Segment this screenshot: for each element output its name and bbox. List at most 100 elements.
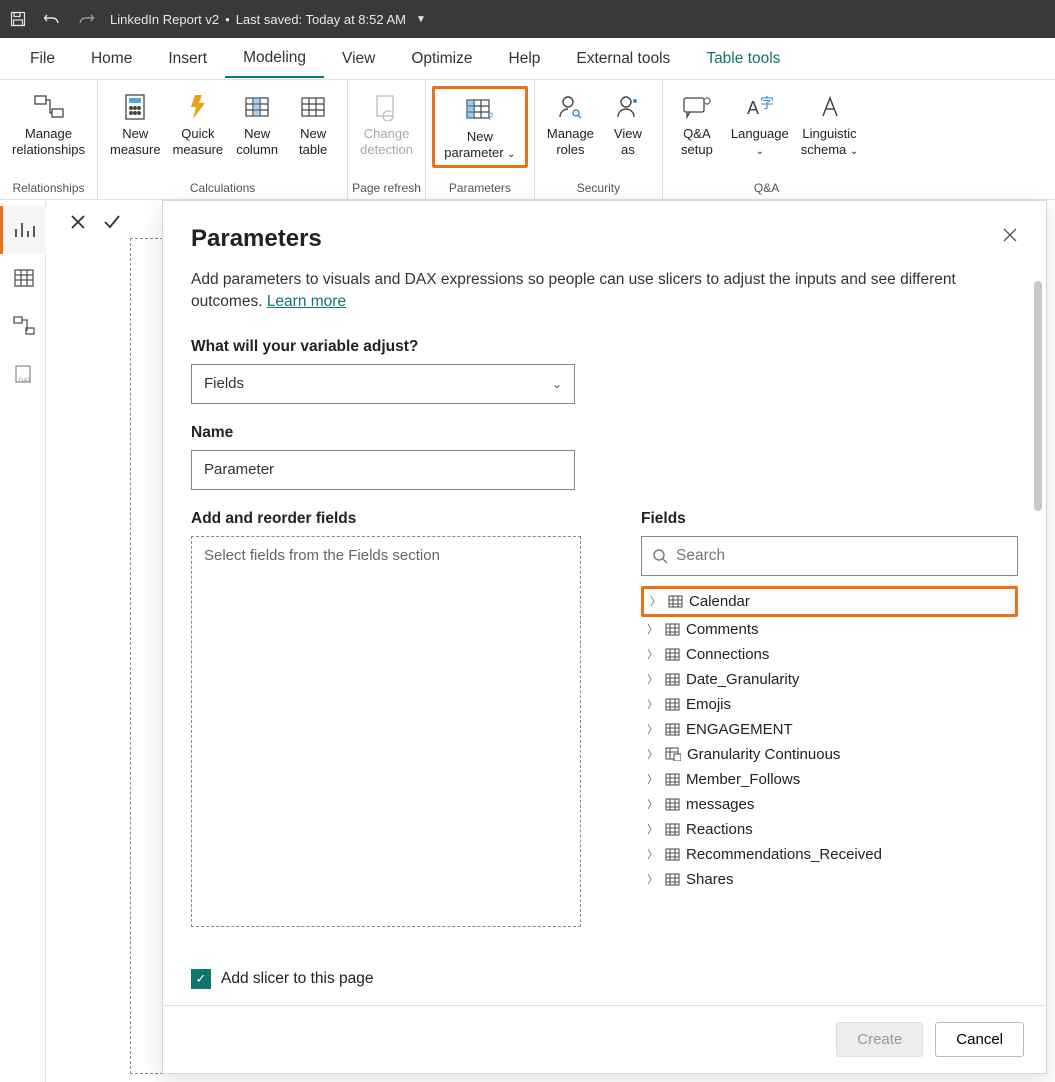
linguistic-schema-button[interactable]: Linguistic schema ⌄ xyxy=(795,86,865,162)
chevron-right-icon: 〉 xyxy=(647,746,659,762)
chevron-right-icon: 〉 xyxy=(647,846,659,862)
cancel-button[interactable]: Cancel xyxy=(935,1022,1024,1057)
undo-icon[interactable] xyxy=(42,9,62,29)
tab-insert[interactable]: Insert xyxy=(150,41,225,77)
group-label: Security xyxy=(535,179,662,199)
table-icon xyxy=(665,747,681,761)
chevron-right-icon: 〉 xyxy=(650,593,662,609)
field-table-row[interactable]: 〉 Member_Follows xyxy=(641,767,1018,792)
field-table-name: Member_Follows xyxy=(686,771,800,788)
table-icon xyxy=(665,648,680,661)
chevron-right-icon: 〉 xyxy=(647,671,659,687)
view-as-button[interactable]: View as xyxy=(600,86,656,161)
commit-formula-icon[interactable] xyxy=(100,210,124,234)
quick-calc-icon xyxy=(185,90,211,124)
chevron-right-icon: 〉 xyxy=(647,771,659,787)
field-table-row[interactable]: 〉 Reactions xyxy=(641,817,1018,842)
tab-home[interactable]: Home xyxy=(73,41,150,77)
search-input[interactable] xyxy=(676,547,1007,565)
table-icon xyxy=(665,873,680,886)
table-icon xyxy=(665,723,680,736)
fields-dropzone[interactable]: Select fields from the Fields section xyxy=(191,536,581,927)
field-table-name: Calendar xyxy=(689,593,750,610)
quick-measure-button[interactable]: Quick measure xyxy=(167,86,230,161)
tab-file[interactable]: File xyxy=(12,41,73,77)
title-bar: LinkedIn Report v2 • Last saved: Today a… xyxy=(0,0,1055,38)
field-table-name: Connections xyxy=(686,646,769,663)
label-fields: Fields xyxy=(641,510,1018,528)
view-as-icon xyxy=(615,90,641,124)
ribbon-group-calculations: New measure Quick measure New column New… xyxy=(98,80,348,199)
field-table-list: 〉Calendar〉Comments〉Connections〉Date_Gran… xyxy=(641,586,1018,892)
field-table-row[interactable]: 〉Date_Granularity xyxy=(641,667,1018,692)
save-icon[interactable] xyxy=(8,9,28,29)
scrollbar[interactable] xyxy=(1034,281,1042,511)
tab-external-tools[interactable]: External tools xyxy=(558,41,688,77)
manage-roles-icon xyxy=(557,90,583,124)
group-label: Parameters xyxy=(426,179,534,199)
formula-bar xyxy=(56,204,134,240)
dax-view-button[interactable]: DAX xyxy=(0,350,46,398)
svg-text:DAX: DAX xyxy=(19,378,31,384)
ribbon-group-security: Manage roles View as Security xyxy=(535,80,663,199)
variable-adjust-select[interactable]: Fields ⌄ xyxy=(191,364,575,404)
relationships-icon xyxy=(33,90,65,124)
data-view-button[interactable] xyxy=(0,254,46,302)
document-title[interactable]: LinkedIn Report v2 • Last saved: Today a… xyxy=(110,12,426,27)
chevron-right-icon: 〉 xyxy=(647,871,659,887)
fields-search[interactable] xyxy=(641,536,1018,576)
tab-table-tools[interactable]: Table tools xyxy=(688,41,798,77)
language-button[interactable]: A字 Language⌄ xyxy=(725,86,795,162)
chevron-right-icon: 〉 xyxy=(647,821,659,837)
cancel-formula-icon[interactable] xyxy=(66,210,90,234)
field-table-row[interactable]: 〉Shares xyxy=(641,867,1018,892)
parameter-name-input[interactable] xyxy=(191,450,575,490)
chevron-right-icon: 〉 xyxy=(647,796,659,812)
report-view-button[interactable] xyxy=(0,206,46,254)
label-variable-adjust: What will your variable adjust? xyxy=(191,338,1018,356)
field-table-row[interactable]: 〉messages xyxy=(641,792,1018,817)
chevron-down-icon: ⌄ xyxy=(756,146,764,157)
close-icon[interactable] xyxy=(1002,227,1018,243)
field-table-row[interactable]: 〉Comments xyxy=(641,617,1018,642)
new-column-icon xyxy=(244,90,270,124)
new-table-icon xyxy=(300,90,326,124)
table-icon xyxy=(665,848,680,861)
chevron-down-icon: ⌄ xyxy=(552,377,562,391)
field-table-name: Recommendations_Received xyxy=(686,846,882,863)
tab-optimize[interactable]: Optimize xyxy=(393,41,490,77)
svg-text:A: A xyxy=(747,98,759,118)
qa-setup-icon xyxy=(682,90,712,124)
field-table-row[interactable]: 〉Connections xyxy=(641,642,1018,667)
left-view-rail: DAX xyxy=(0,200,46,1082)
new-column-button[interactable]: New column xyxy=(229,86,285,161)
field-table-row[interactable]: 〉 Recommendations_Received xyxy=(641,842,1018,867)
dialog-description: Add parameters to visuals and DAX expres… xyxy=(191,269,1018,314)
new-parameter-button[interactable]: ? New parameter ⌄ xyxy=(432,86,528,168)
field-table-row[interactable]: 〉 Calendar xyxy=(641,586,1018,617)
learn-more-link[interactable]: Learn more xyxy=(267,293,346,310)
manage-roles-button[interactable]: Manage roles xyxy=(541,86,600,161)
field-table-row[interactable]: 〉ENGAGEMENT xyxy=(641,717,1018,742)
group-label: Q&A xyxy=(663,179,870,199)
model-view-button[interactable] xyxy=(0,302,46,350)
tab-modeling[interactable]: Modeling xyxy=(225,40,324,78)
new-measure-button[interactable]: New measure xyxy=(104,86,167,161)
table-icon xyxy=(665,698,680,711)
manage-relationships-button[interactable]: Manage relationships xyxy=(6,86,91,161)
tab-help[interactable]: Help xyxy=(491,41,559,77)
qa-setup-button[interactable]: Q&A setup xyxy=(669,86,725,161)
new-table-button[interactable]: New table xyxy=(285,86,341,161)
add-slicer-checkbox-row[interactable]: ✓ Add slicer to this page xyxy=(191,969,581,989)
field-table-name: ENGAGEMENT xyxy=(686,721,793,738)
field-table-row[interactable]: 〉Granularity Continuous xyxy=(641,742,1018,767)
table-icon xyxy=(665,798,680,811)
checkbox-checked-icon: ✓ xyxy=(191,969,211,989)
field-table-name: Reactions xyxy=(686,821,753,838)
field-table-name: Emojis xyxy=(686,696,731,713)
create-button: Create xyxy=(836,1022,923,1057)
page-refresh-icon xyxy=(374,90,400,124)
tab-view[interactable]: View xyxy=(324,41,393,77)
redo-icon[interactable] xyxy=(76,9,96,29)
field-table-row[interactable]: 〉Emojis xyxy=(641,692,1018,717)
